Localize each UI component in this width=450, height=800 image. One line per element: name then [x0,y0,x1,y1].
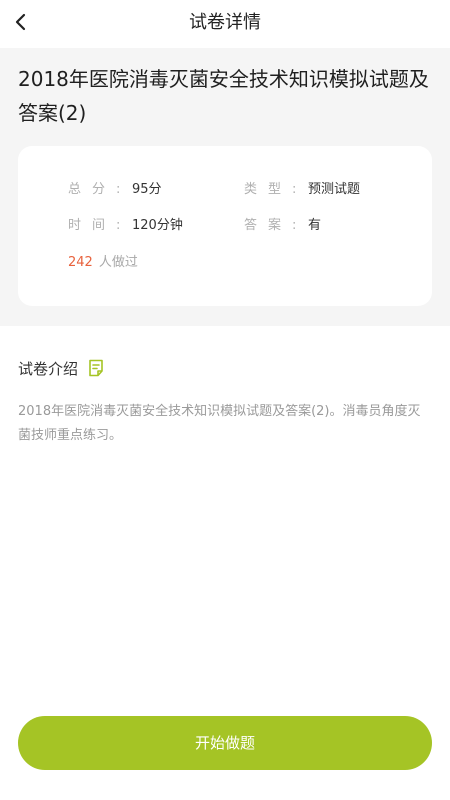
time-label: 时间: [68,218,132,233]
chevron-left-icon [14,12,28,36]
done-count-row: 242 人做过 [68,253,138,273]
nav-bar: 试卷详情 [0,0,450,48]
exam-detail-screen: 试卷详情 2018年医院消毒灭菌安全技术知识模拟试题及答案(2) 总分: 95分… [0,0,450,800]
total-score-label: 总分: [68,182,132,197]
page-title: 试卷详情 [189,12,261,33]
paper-title: 2018年医院消毒灭菌安全技术知识模拟试题及答案(2) [18,67,429,125]
intro-header: 试卷介绍 [18,356,104,380]
done-count: 242 [68,255,93,270]
intro-title: 试卷介绍 [18,359,79,378]
note-icon [88,359,104,377]
info-row-time-answer: 时间: 120分钟 答案: 有 [18,216,432,236]
total-score-value: 95分 [132,182,162,197]
start-exam-button[interactable]: 开始做题 [18,716,432,770]
time-value: 120分钟 [132,218,183,233]
info-row-score-type: 总分: 95分 类型: 预测试题 [18,180,432,200]
type-label: 类型: [244,182,308,197]
paper-summary-section: 2018年医院消毒灭菌安全技术知识模拟试题及答案(2) 总分: 95分 类型: … [0,48,450,326]
answer-label: 答案: [244,218,308,233]
intro-description: 2018年医院消毒灭菌安全技术知识模拟试题及答案(2)。消毒员角度灭菌技师重点练… [18,404,421,443]
done-count-text: 人做过 [98,255,138,270]
paper-info-card: 总分: 95分 类型: 预测试题 时间: 120分钟 答案: 有 242 人做过 [18,146,432,306]
type-value: 预测试题 [308,182,361,197]
back-button[interactable] [14,8,54,40]
answer-value: 有 [308,218,322,233]
